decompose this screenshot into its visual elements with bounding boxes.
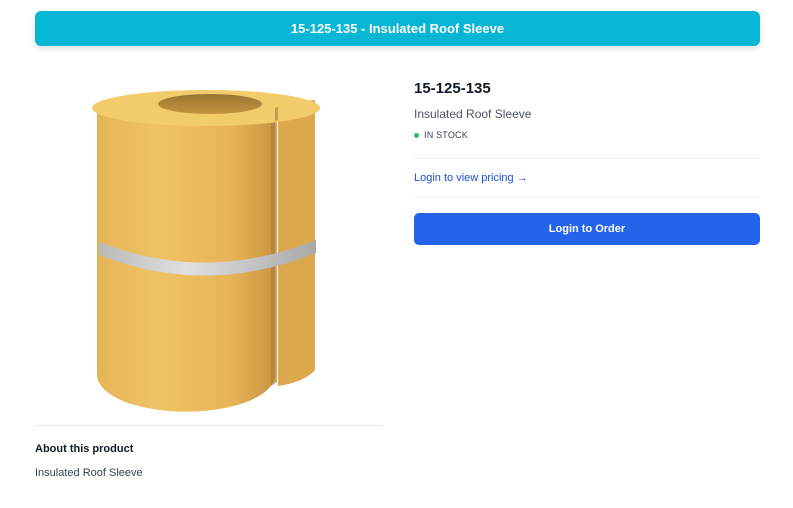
details-divider-bottom bbox=[414, 196, 760, 197]
image-divider bbox=[35, 425, 382, 426]
login-to-order-button[interactable]: Login to Order bbox=[414, 213, 760, 245]
login-to-view-pricing-link[interactable]: Login to view pricing → bbox=[414, 172, 528, 184]
product-title-banner: 15-125-135 - Insulated Roof Sleeve bbox=[35, 11, 760, 46]
insulated-sleeve-illustration bbox=[92, 90, 320, 412]
banner-title: 15-125-135 - Insulated Roof Sleeve bbox=[290, 21, 505, 36]
stock-dot-icon bbox=[414, 132, 419, 138]
stock-status-label: IN STOCK bbox=[424, 130, 468, 140]
stock-status: IN STOCK bbox=[414, 130, 468, 140]
product-page: 15-125-135 - Insulated Roof Sleeve About… bbox=[0, 0, 793, 508]
product-name: Insulated Roof Sleeve bbox=[414, 107, 532, 121]
details-divider-top bbox=[414, 158, 760, 159]
product-sku: 15-125-135 bbox=[414, 80, 491, 97]
product-image bbox=[35, 70, 382, 420]
about-description: Insulated Roof Sleeve bbox=[35, 467, 143, 479]
about-heading: About this product bbox=[35, 443, 134, 455]
